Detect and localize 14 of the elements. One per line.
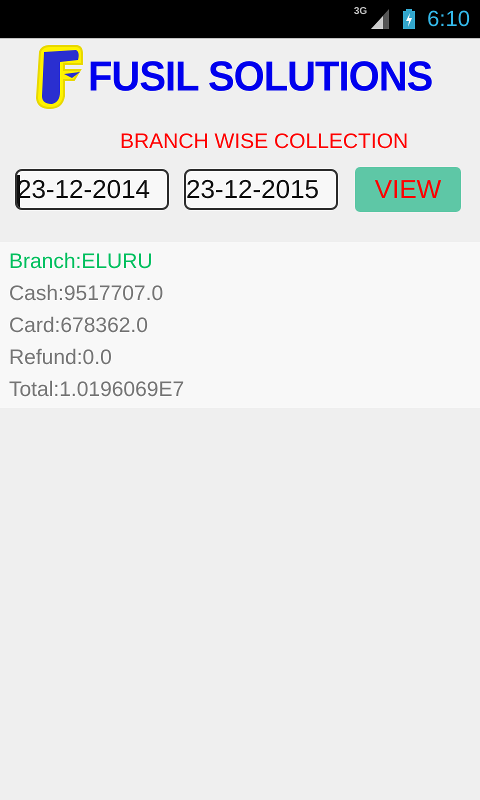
signal-icon (371, 9, 390, 29)
date-field[interactable]: 23-12-2014 (15, 169, 169, 210)
amount-label: Cash:9517707.0 (9, 281, 164, 307)
section-title: BRANCH WISE COLLECTION (119, 130, 410, 154)
amount-label: Card:678362.0 (9, 313, 149, 339)
logo-icon (34, 44, 84, 110)
app-title: FUSIL SOLUTIONS (88, 53, 432, 101)
branch-label: Branch:ELURU (9, 249, 154, 275)
amount-label: Total:1.0196069E7 (9, 377, 186, 403)
amount-label: Refund:0.0 (9, 345, 113, 371)
network-type: 3G (354, 6, 368, 17)
clock-time: 6:10 (427, 6, 470, 32)
date-field[interactable]: 23-12-2015 (184, 169, 338, 210)
battery-icon (403, 9, 416, 29)
